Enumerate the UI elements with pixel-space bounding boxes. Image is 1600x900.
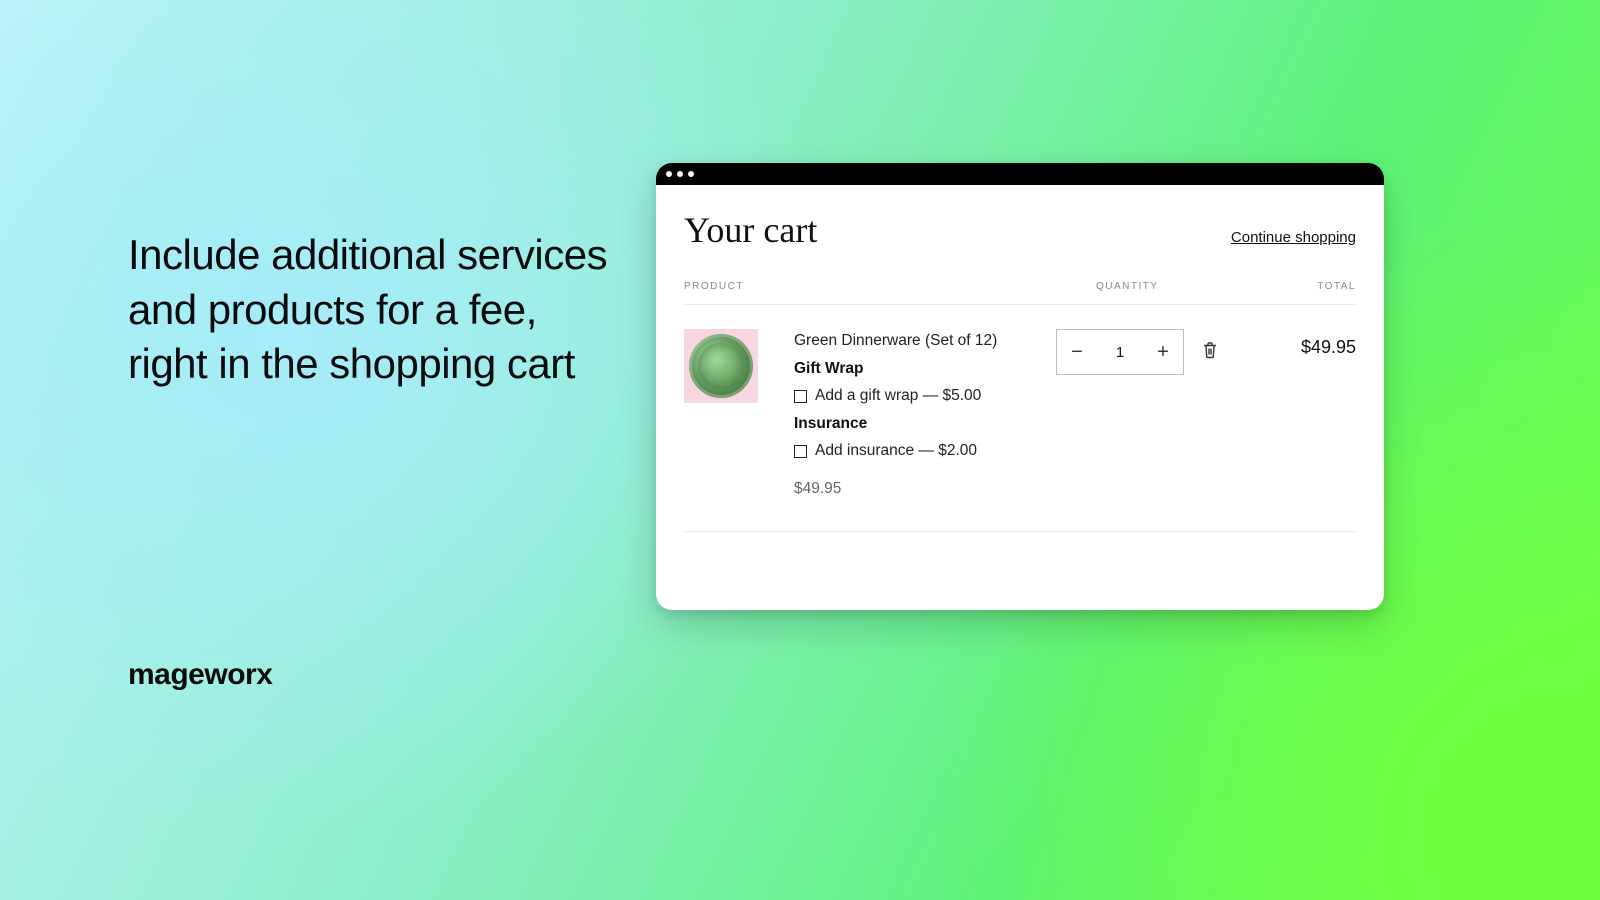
plate-icon xyxy=(689,334,753,398)
col-product: PRODUCT xyxy=(684,281,1096,292)
option-heading-insurance: Insurance xyxy=(794,412,1056,436)
giftwrap-checkbox[interactable] xyxy=(794,390,807,403)
trash-icon xyxy=(1202,341,1218,359)
giftwrap-label: Add a gift wrap — $5.00 xyxy=(815,384,981,408)
window-dot-min-icon xyxy=(677,171,683,177)
headline-text: Include additional services and products… xyxy=(128,228,608,392)
window-titlebar xyxy=(656,163,1384,185)
browser-window: Your cart Continue shopping PRODUCT QUAN… xyxy=(656,163,1384,610)
cart-panel: Your cart Continue shopping PRODUCT QUAN… xyxy=(656,185,1384,532)
product-thumbnail[interactable] xyxy=(684,329,758,403)
promo-stage: Include additional services and products… xyxy=(0,0,1600,900)
brand-logo: mageworx xyxy=(128,658,272,692)
option-heading-giftwrap: Gift Wrap xyxy=(794,357,1056,381)
col-quantity: QUANTITY xyxy=(1096,281,1256,292)
cart-column-headers: PRODUCT QUANTITY TOTAL xyxy=(684,281,1356,302)
qty-value: 1 xyxy=(1116,344,1124,361)
window-dot-close-icon xyxy=(666,171,672,177)
window-dot-max-icon xyxy=(688,171,694,177)
qty-decrease-button[interactable]: − xyxy=(1057,330,1097,374)
divider xyxy=(684,531,1356,532)
insurance-checkbox[interactable] xyxy=(794,445,807,458)
continue-shopping-link[interactable]: Continue shopping xyxy=(1231,229,1356,246)
col-total: TOTAL xyxy=(1256,281,1356,292)
quantity-stepper[interactable]: − 1 + xyxy=(1056,329,1184,375)
remove-item-button[interactable] xyxy=(1202,341,1218,364)
unit-price: $49.95 xyxy=(794,477,1056,501)
line-total: $49.95 xyxy=(1256,329,1356,501)
qty-increase-button[interactable]: + xyxy=(1143,330,1183,374)
cart-line-item: Green Dinnerware (Set of 12) Gift Wrap A… xyxy=(684,305,1356,529)
product-name: Green Dinnerware (Set of 12) xyxy=(794,329,1056,353)
insurance-label: Add insurance — $2.00 xyxy=(815,439,977,463)
cart-title: Your cart xyxy=(684,209,817,251)
